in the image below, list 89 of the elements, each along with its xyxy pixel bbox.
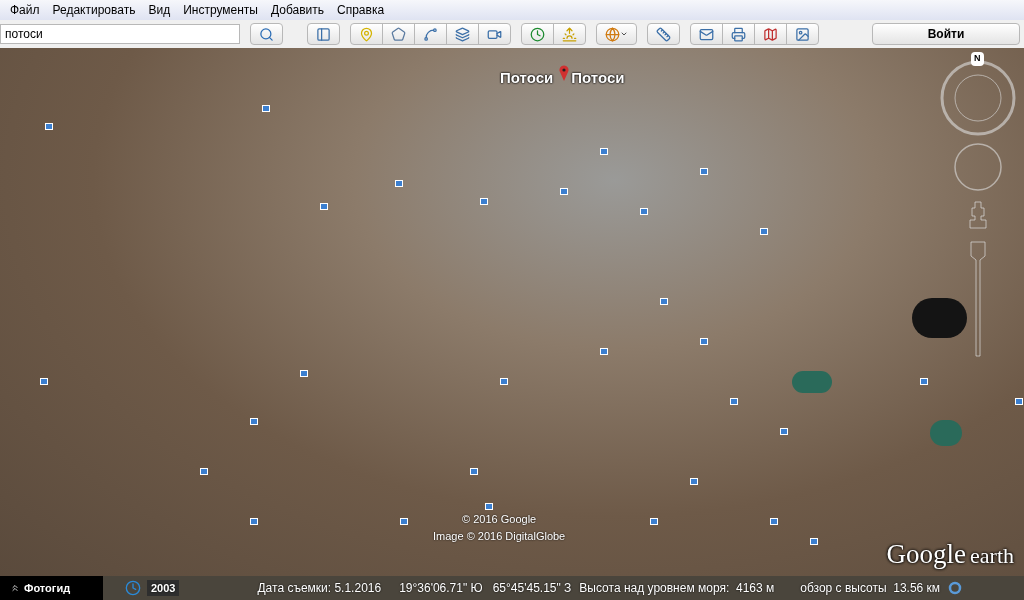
menu-item[interactable]: Добавить bbox=[264, 1, 330, 19]
photo-marker-icon[interactable] bbox=[40, 378, 48, 385]
place-label: Потоси bbox=[571, 67, 625, 88]
photo-marker-icon[interactable] bbox=[640, 208, 648, 215]
photo-marker-icon[interactable] bbox=[250, 518, 258, 525]
eye-altitude-text: обзор с высоты 13.56 км bbox=[800, 580, 941, 597]
lake-drawing bbox=[792, 371, 832, 393]
place-label: Потоси bbox=[500, 67, 554, 88]
photo-marker-icon[interactable] bbox=[700, 338, 708, 345]
sunlight-button[interactable] bbox=[553, 23, 586, 45]
add-placemark-icon bbox=[359, 26, 374, 42]
print-button[interactable] bbox=[722, 23, 755, 45]
add-path-icon bbox=[423, 26, 438, 42]
ruler-button[interactable] bbox=[647, 23, 680, 45]
caret-icon bbox=[620, 30, 628, 38]
email-icon bbox=[699, 26, 714, 42]
add-overlay-button[interactable] bbox=[446, 23, 479, 45]
sunlight-icon bbox=[562, 26, 577, 42]
copyright-text: Image © 2016 DigitalGlobe bbox=[433, 528, 566, 544]
menu-item[interactable]: Инструменты bbox=[177, 1, 264, 19]
photo-marker-icon[interactable] bbox=[300, 370, 308, 377]
imagery-date-text: Дата съемки: 5.1.2016 bbox=[257, 580, 382, 597]
signin-button[interactable]: Войти bbox=[872, 23, 1020, 45]
logo-text: earth bbox=[970, 545, 1014, 567]
photo-marker-icon[interactable] bbox=[760, 228, 768, 235]
lake-drawing bbox=[912, 298, 967, 338]
photo-marker-icon[interactable] bbox=[770, 518, 778, 525]
latitude-text: 19°36'06.71" Ю bbox=[399, 580, 483, 597]
look-control-icon[interactable] bbox=[953, 142, 1003, 192]
photo-marker-icon[interactable] bbox=[780, 428, 788, 435]
photo-guide-button[interactable]: Фотогид bbox=[0, 576, 103, 600]
photo-marker-icon[interactable] bbox=[400, 518, 408, 525]
add-overlay-icon bbox=[455, 26, 470, 42]
north-indicator[interactable]: N bbox=[971, 52, 984, 66]
planet-icon bbox=[605, 26, 620, 42]
location-pin-icon bbox=[559, 65, 570, 81]
photo-marker-icon[interactable] bbox=[200, 468, 208, 475]
photo-marker-icon[interactable] bbox=[650, 518, 658, 525]
planet-button[interactable] bbox=[596, 23, 637, 45]
photo-marker-icon[interactable] bbox=[560, 188, 568, 195]
photo-marker-icon[interactable] bbox=[660, 298, 668, 305]
menu-item[interactable]: Справка bbox=[331, 1, 391, 19]
sidebar-toggle-icon[interactable] bbox=[307, 23, 340, 45]
historical-imagery-icon[interactable] bbox=[125, 580, 141, 596]
save-image-icon bbox=[795, 26, 810, 42]
ruler-icon bbox=[656, 26, 671, 42]
photo-marker-icon[interactable] bbox=[250, 418, 258, 425]
photo-marker-icon[interactable] bbox=[920, 378, 928, 385]
chevron-up-icon bbox=[10, 583, 20, 593]
menu-item[interactable]: Файл bbox=[4, 1, 46, 19]
photo-marker-icon[interactable] bbox=[1015, 398, 1023, 405]
elevation-text: Высота над уровнем моря: 4163 м bbox=[579, 580, 775, 597]
photo-marker-icon[interactable] bbox=[395, 180, 403, 187]
email-button[interactable] bbox=[690, 23, 723, 45]
photo-marker-icon[interactable] bbox=[480, 198, 488, 205]
photo-marker-icon[interactable] bbox=[485, 503, 493, 510]
photo-marker-icon[interactable] bbox=[262, 105, 270, 112]
search-button[interactable] bbox=[250, 23, 283, 45]
historical-imagery-button[interactable] bbox=[521, 23, 554, 45]
add-path-button[interactable] bbox=[414, 23, 447, 45]
menu-item[interactable]: Вид bbox=[142, 1, 177, 19]
longitude-text: 65°45'45.15" З bbox=[492, 580, 572, 597]
photo-marker-icon[interactable] bbox=[320, 203, 328, 210]
photo-marker-icon[interactable] bbox=[600, 348, 608, 355]
menu-item[interactable]: Редактировать bbox=[46, 1, 142, 19]
photo-marker-icon[interactable] bbox=[730, 398, 738, 405]
compass-ring-icon[interactable] bbox=[940, 60, 1016, 136]
photo-marker-icon[interactable] bbox=[470, 468, 478, 475]
loading-status-icon bbox=[948, 581, 963, 595]
photo-marker-icon[interactable] bbox=[600, 148, 608, 155]
photo-marker-icon[interactable] bbox=[690, 478, 698, 485]
record-tour-button[interactable] bbox=[478, 23, 511, 45]
satellite-map[interactable]: Потоси Потоси N © 2016 Google Image © 2016 DigitalGlobe Google earth bbox=[0, 48, 1024, 576]
zoom-slider-icon[interactable] bbox=[967, 200, 989, 360]
historical-imagery-icon bbox=[530, 26, 545, 42]
add-polygon-icon bbox=[391, 26, 406, 42]
photo-marker-icon[interactable] bbox=[500, 378, 508, 385]
photo-marker-icon[interactable] bbox=[700, 168, 708, 175]
logo-text: Google bbox=[886, 541, 967, 568]
imagery-year-label[interactable]: 2003 bbox=[147, 579, 180, 597]
copyright-text: © 2016 Google bbox=[462, 512, 537, 527]
photo-marker-icon[interactable] bbox=[45, 123, 53, 130]
photo-marker-icon[interactable] bbox=[810, 538, 818, 545]
search-field[interactable]: потоси bbox=[0, 24, 240, 44]
add-polygon-button[interactable] bbox=[382, 23, 415, 45]
print-icon bbox=[731, 26, 746, 42]
save-image-button[interactable] bbox=[786, 23, 819, 45]
search-icon bbox=[259, 26, 274, 42]
lake-drawing bbox=[930, 420, 962, 446]
